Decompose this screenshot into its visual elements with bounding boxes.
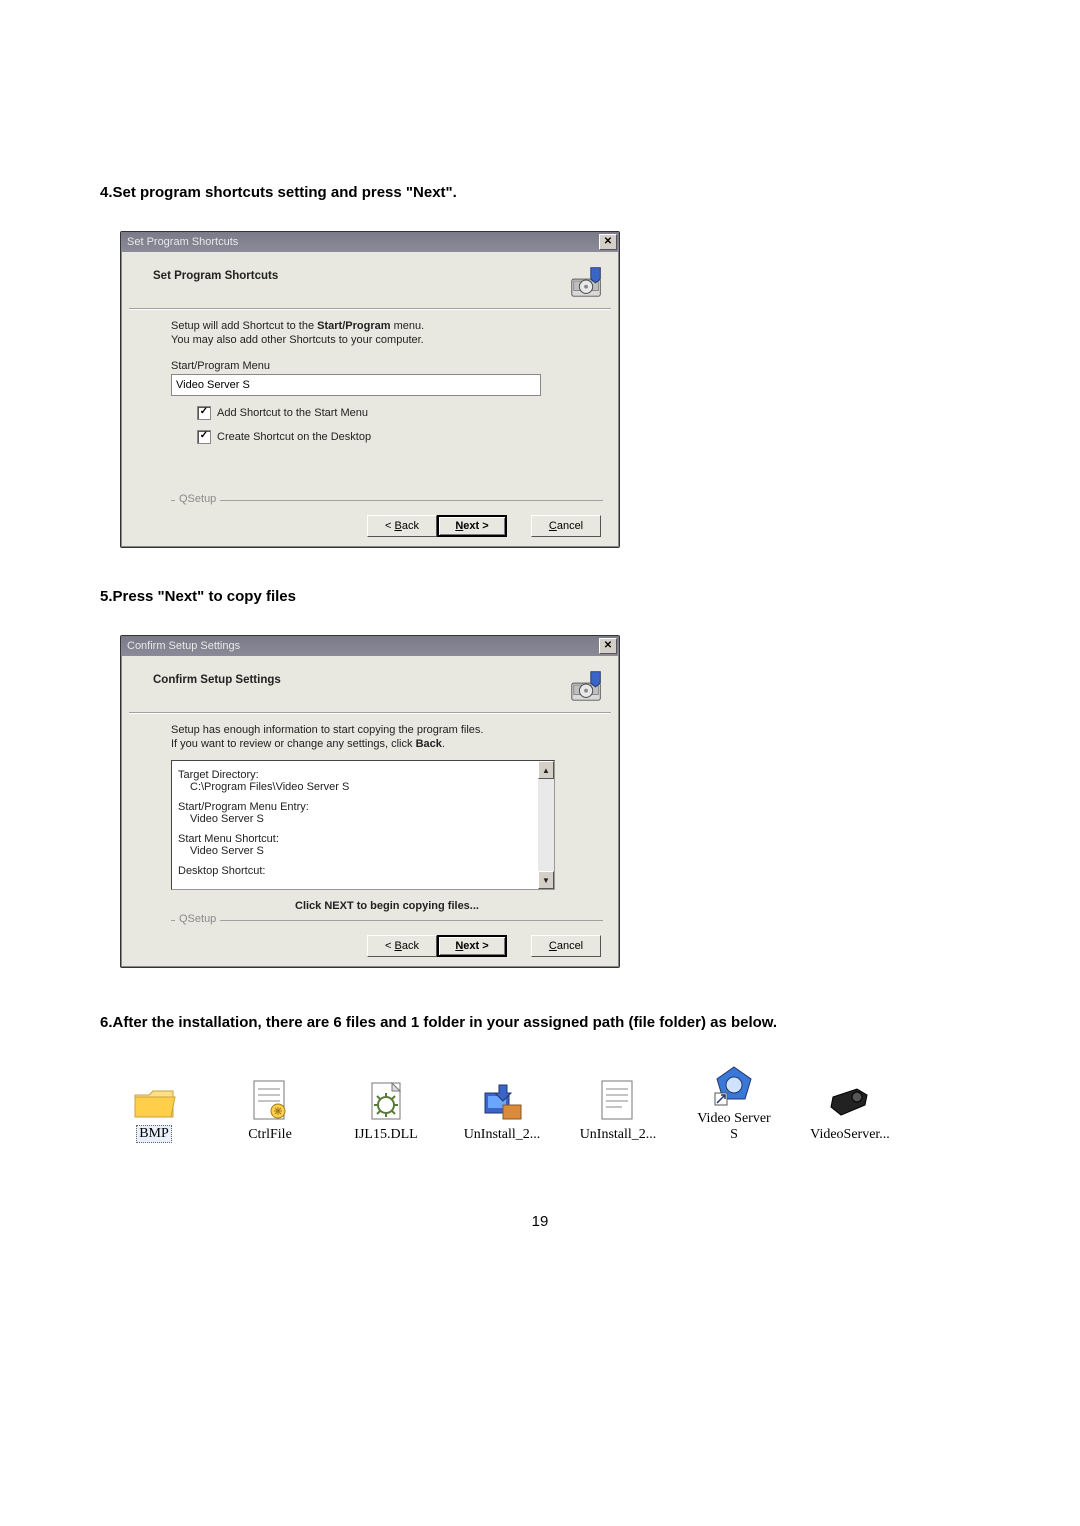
- list-value: Video Server S: [190, 845, 532, 857]
- dialog-set-program-shortcuts: Set Program Shortcuts ✕ Set Program Shor…: [120, 231, 620, 548]
- file-item-dll[interactable]: IJL15.DLL: [346, 1077, 426, 1143]
- list-label: Desktop Shortcut:: [178, 865, 532, 877]
- dialog-confirm-setup: Confirm Setup Settings ✕ Confirm Setup S…: [120, 635, 620, 968]
- ini-file-icon: [598, 1079, 638, 1123]
- app-shortcut-icon: [711, 1063, 757, 1107]
- list-label: Start Menu Shortcut:: [178, 833, 532, 845]
- scroll-up-icon[interactable]: ▲: [538, 761, 554, 779]
- titlebar: Confirm Setup Settings ✕: [121, 636, 619, 656]
- file-item-bmp-folder[interactable]: BMP: [114, 1075, 194, 1143]
- config-file-icon: [250, 1079, 290, 1123]
- scroll-down-icon[interactable]: ▼: [538, 871, 554, 889]
- file-name: BMP: [136, 1125, 172, 1143]
- body-line-2: If you want to review or change any sett…: [171, 738, 603, 750]
- checkbox-icon[interactable]: [197, 430, 211, 444]
- step5-heading: 5.Press "Next" to copy files: [100, 588, 980, 605]
- file-name: IJL15.DLL: [354, 1127, 417, 1143]
- qsetup-label: QSetup: [175, 913, 220, 925]
- uninstall-exe-icon: [479, 1079, 525, 1123]
- checkbox-label: Add Shortcut to the Start Menu: [217, 407, 368, 419]
- cancel-button[interactable]: Cancel: [531, 935, 601, 957]
- camera-icon: [827, 1083, 873, 1123]
- program-menu-input[interactable]: [171, 374, 541, 396]
- file-icons-row: BMP CtrlFile: [114, 1061, 980, 1143]
- folder-icon: [131, 1083, 177, 1121]
- dialog-section-title: Set Program Shortcuts: [153, 262, 278, 282]
- back-button[interactable]: < Back: [367, 935, 437, 957]
- back-button[interactable]: < Back: [367, 515, 437, 537]
- file-name: CtrlFile: [248, 1127, 292, 1143]
- body-line-1: Setup has enough information to start co…: [171, 724, 603, 736]
- file-name: Video Server S: [694, 1111, 774, 1143]
- file-item-uninstall-ini[interactable]: UnInstall_2...: [578, 1077, 658, 1143]
- file-item-video-server-shortcut[interactable]: Video Server S: [694, 1061, 774, 1143]
- file-item-ctrlfile[interactable]: CtrlFile: [230, 1077, 310, 1143]
- file-item-videoserver-exe[interactable]: VideoServer...: [810, 1077, 890, 1143]
- file-name: UnInstall_2...: [464, 1127, 541, 1143]
- checkbox-label: Create Shortcut on the Desktop: [217, 431, 371, 443]
- next-button[interactable]: Next >: [437, 515, 507, 537]
- file-item-uninstall-exe[interactable]: UnInstall_2...: [462, 1077, 542, 1143]
- titlebar: Set Program Shortcuts ✕: [121, 232, 619, 252]
- next-button[interactable]: Next >: [437, 935, 507, 957]
- body-line-1: Setup will add Shortcut to the Start/Pro…: [171, 320, 603, 332]
- body-line-2: You may also add other Shortcuts to your…: [171, 334, 603, 346]
- qsetup-label: QSetup: [175, 493, 220, 505]
- list-value: C:\Program Files\Video Server S: [190, 781, 532, 793]
- click-next-label: Click NEXT to begin copying files...: [171, 900, 603, 912]
- installer-icon: [567, 666, 607, 704]
- installer-icon: [567, 262, 607, 300]
- checkbox-icon[interactable]: [197, 406, 211, 420]
- checkbox-desktop[interactable]: Create Shortcut on the Desktop: [197, 430, 603, 444]
- page-number: 19: [100, 1213, 980, 1230]
- window-title: Set Program Shortcuts: [127, 236, 238, 248]
- file-name: VideoServer...: [810, 1127, 890, 1143]
- close-icon[interactable]: ✕: [599, 234, 617, 250]
- settings-listbox: Target Directory: C:\Program Files\Video…: [171, 760, 555, 890]
- start-menu-label: Start/Program Menu: [171, 360, 603, 372]
- dll-file-icon: [366, 1079, 406, 1123]
- scrollbar[interactable]: ▲ ▼: [538, 761, 554, 889]
- list-label: Target Directory:: [178, 769, 532, 781]
- cancel-button[interactable]: Cancel: [531, 515, 601, 537]
- file-name: UnInstall_2...: [580, 1127, 657, 1143]
- step4-heading: 4.Set program shortcuts setting and pres…: [100, 184, 980, 201]
- list-label: Start/Program Menu Entry:: [178, 801, 532, 813]
- window-title: Confirm Setup Settings: [127, 640, 240, 652]
- step6-heading: 6.After the installation, there are 6 fi…: [100, 1014, 980, 1031]
- dialog-section-title: Confirm Setup Settings: [153, 666, 281, 686]
- close-icon[interactable]: ✕: [599, 638, 617, 654]
- list-value: Video Server S: [190, 813, 532, 825]
- checkbox-start-menu[interactable]: Add Shortcut to the Start Menu: [197, 406, 603, 420]
